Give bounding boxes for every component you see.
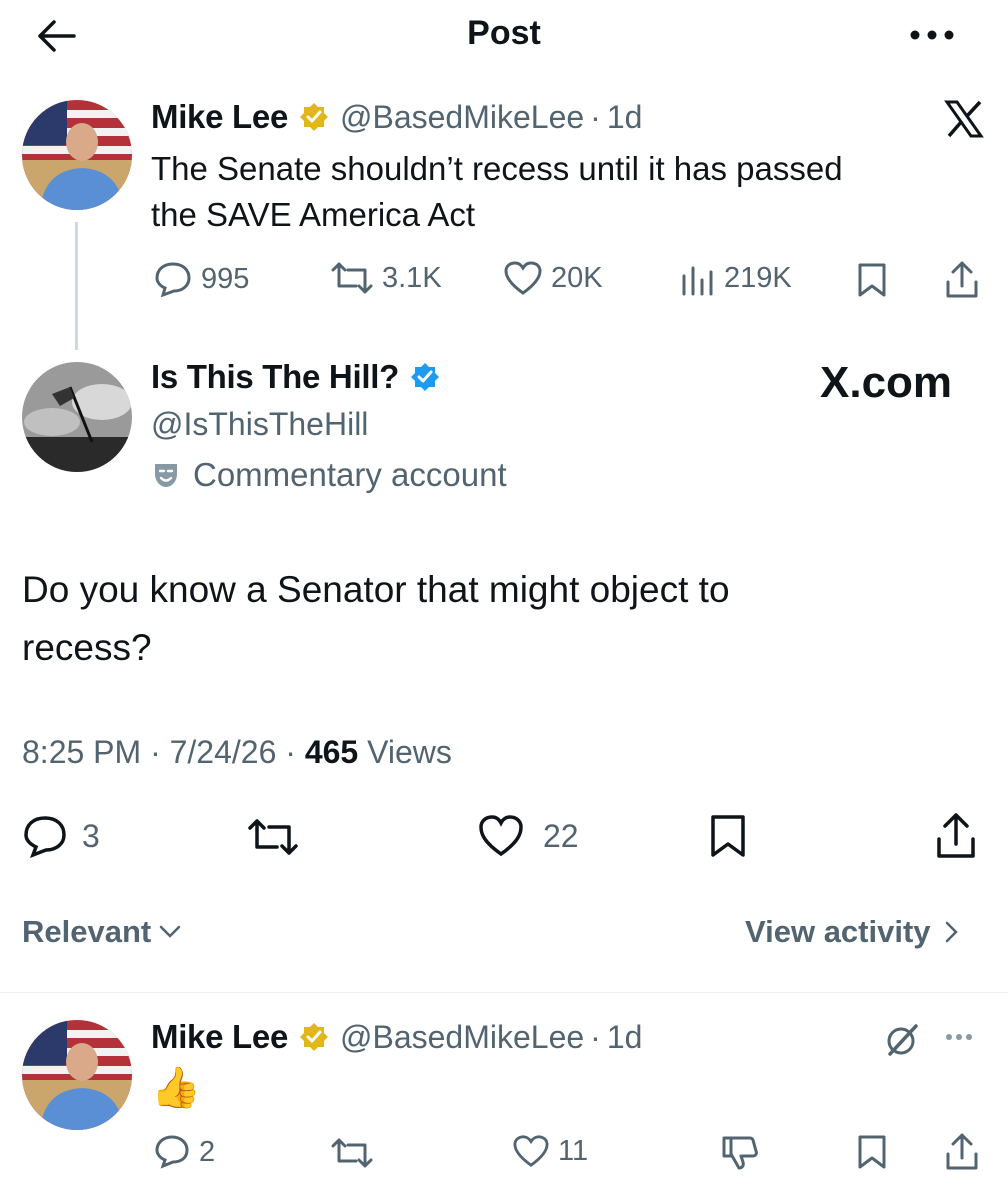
author-name[interactable]: Mike Lee <box>151 1018 288 1056</box>
like-count: 11 <box>558 1134 589 1167</box>
quoted-tweet-header: Mike Lee @BasedMikeLee · 1d <box>151 98 642 136</box>
share-icon <box>944 260 980 300</box>
views-count: 219K <box>724 261 792 294</box>
reply-button[interactable]: 3 <box>22 814 100 858</box>
avatar-is-this-the-hill[interactable] <box>22 362 132 472</box>
author-name[interactable]: Mike Lee <box>151 98 288 136</box>
reply-button[interactable]: 2 <box>153 1134 215 1170</box>
repost-stat-button[interactable]: 3.1K <box>330 260 442 296</box>
post-time[interactable]: 8:25 PM <box>22 734 141 770</box>
theater-mask-icon <box>151 460 181 490</box>
bookmark-icon <box>856 1134 888 1170</box>
chevron-down-icon <box>159 925 181 939</box>
repost-button[interactable] <box>330 1136 374 1175</box>
separator-dot: · <box>590 1018 601 1055</box>
sort-label: Relevant <box>22 914 152 949</box>
like-button[interactable]: 11 <box>512 1134 588 1168</box>
repost-count: 3.1K <box>382 261 442 294</box>
more-dots-icon <box>906 20 958 50</box>
quoted-tweet-line1: The Senate shouldn’t recess until it has… <box>151 150 843 187</box>
reply-icon <box>22 814 68 858</box>
main-tweet-line2: recess? <box>22 627 152 668</box>
author-handle[interactable]: @BasedMikeLee <box>340 99 584 136</box>
author-handle[interactable]: @IsThisTheHill <box>151 406 368 443</box>
repost-icon <box>330 1136 374 1170</box>
bookmark-icon <box>856 262 888 298</box>
sort-relevant-dropdown[interactable]: Relevant <box>22 914 181 950</box>
bookmark-button[interactable] <box>708 814 748 863</box>
like-count: 22 <box>543 817 579 854</box>
bookmark-button[interactable] <box>856 1134 888 1175</box>
downvote-button[interactable] <box>720 1134 760 1177</box>
grok-icon <box>884 1022 920 1058</box>
post-timestamp-row: 8:25 PM · 7/24/26 · 465 Views <box>22 734 452 770</box>
author-name[interactable]: Is This The Hill? <box>151 358 399 396</box>
reply-emoji-text: 👍 <box>151 1064 201 1112</box>
post-time[interactable]: 1d <box>607 99 643 136</box>
thread-line <box>75 222 78 350</box>
view-activity-label: View activity <box>745 914 931 949</box>
reply-icon <box>153 260 193 298</box>
share-button[interactable] <box>944 260 980 305</box>
commentary-label: Commentary account <box>151 456 507 494</box>
heart-icon <box>477 814 525 858</box>
share-icon <box>944 1132 980 1172</box>
main-tweet-text: Do you know a Senator that might object … <box>22 561 730 677</box>
heart-icon <box>512 1134 550 1168</box>
more-options-button[interactable] <box>906 20 958 50</box>
reply-count: 995 <box>201 262 250 295</box>
share-button[interactable] <box>934 812 978 865</box>
share-button[interactable] <box>944 1132 980 1177</box>
quoted-tweet-line2: the SAVE America Act <box>151 196 476 233</box>
avatar-mike-lee[interactable] <box>22 100 132 210</box>
bookmark-button[interactable] <box>856 262 888 303</box>
share-icon <box>934 812 978 860</box>
like-stat-button[interactable]: 20K <box>503 260 603 296</box>
like-button[interactable]: 22 <box>477 814 579 858</box>
verified-blue-badge-icon <box>409 361 441 393</box>
views-count: 465 <box>304 734 359 770</box>
reply-count: 3 <box>82 817 100 854</box>
reply-icon <box>153 1134 191 1170</box>
more-dots-icon <box>944 1031 974 1043</box>
views-stat-button[interactable]: 219K <box>680 260 792 296</box>
chevron-right-icon <box>945 921 959 943</box>
section-divider <box>0 992 1008 993</box>
views-chart-icon <box>680 260 716 296</box>
page-title: Post <box>467 14 541 52</box>
main-tweet-line1: Do you know a Senator that might object … <box>22 569 730 610</box>
commentary-label-text: Commentary account <box>193 456 507 493</box>
like-count: 20K <box>551 261 603 294</box>
reply-tweet-header: Mike Lee @BasedMikeLee · 1d <box>151 1018 642 1056</box>
thumbs-down-icon <box>720 1134 760 1172</box>
verified-gold-badge-icon <box>298 1021 330 1053</box>
repost-icon <box>330 260 374 296</box>
separator-dot: · <box>590 98 601 135</box>
author-handle[interactable]: @BasedMikeLee <box>340 1019 584 1056</box>
reply-stat-button[interactable]: 995 <box>153 260 249 298</box>
verified-gold-badge-icon <box>298 101 330 133</box>
avatar-mike-lee[interactable] <box>22 1020 132 1130</box>
x-logo-icon <box>944 100 984 143</box>
bookmark-icon <box>708 814 748 858</box>
main-tweet-header: Is This The Hill? <box>151 358 441 396</box>
thumbs-up-emoji: 👍 <box>151 1066 201 1110</box>
reply-more-button[interactable] <box>944 1030 974 1048</box>
post-date[interactable]: 7/24/26 <box>170 734 277 770</box>
quoted-tweet-text: The Senate shouldn’t recess until it has… <box>151 146 843 238</box>
repost-button[interactable] <box>245 816 301 863</box>
heart-icon <box>503 260 543 296</box>
view-activity-link[interactable]: View activity <box>745 914 959 950</box>
x-com-watermark: X.com <box>820 358 953 407</box>
post-time[interactable]: 1d <box>607 1019 643 1056</box>
views-label: Views <box>367 734 452 770</box>
repost-icon <box>245 816 301 858</box>
grok-button[interactable] <box>884 1022 920 1063</box>
reply-count: 2 <box>199 1135 216 1168</box>
